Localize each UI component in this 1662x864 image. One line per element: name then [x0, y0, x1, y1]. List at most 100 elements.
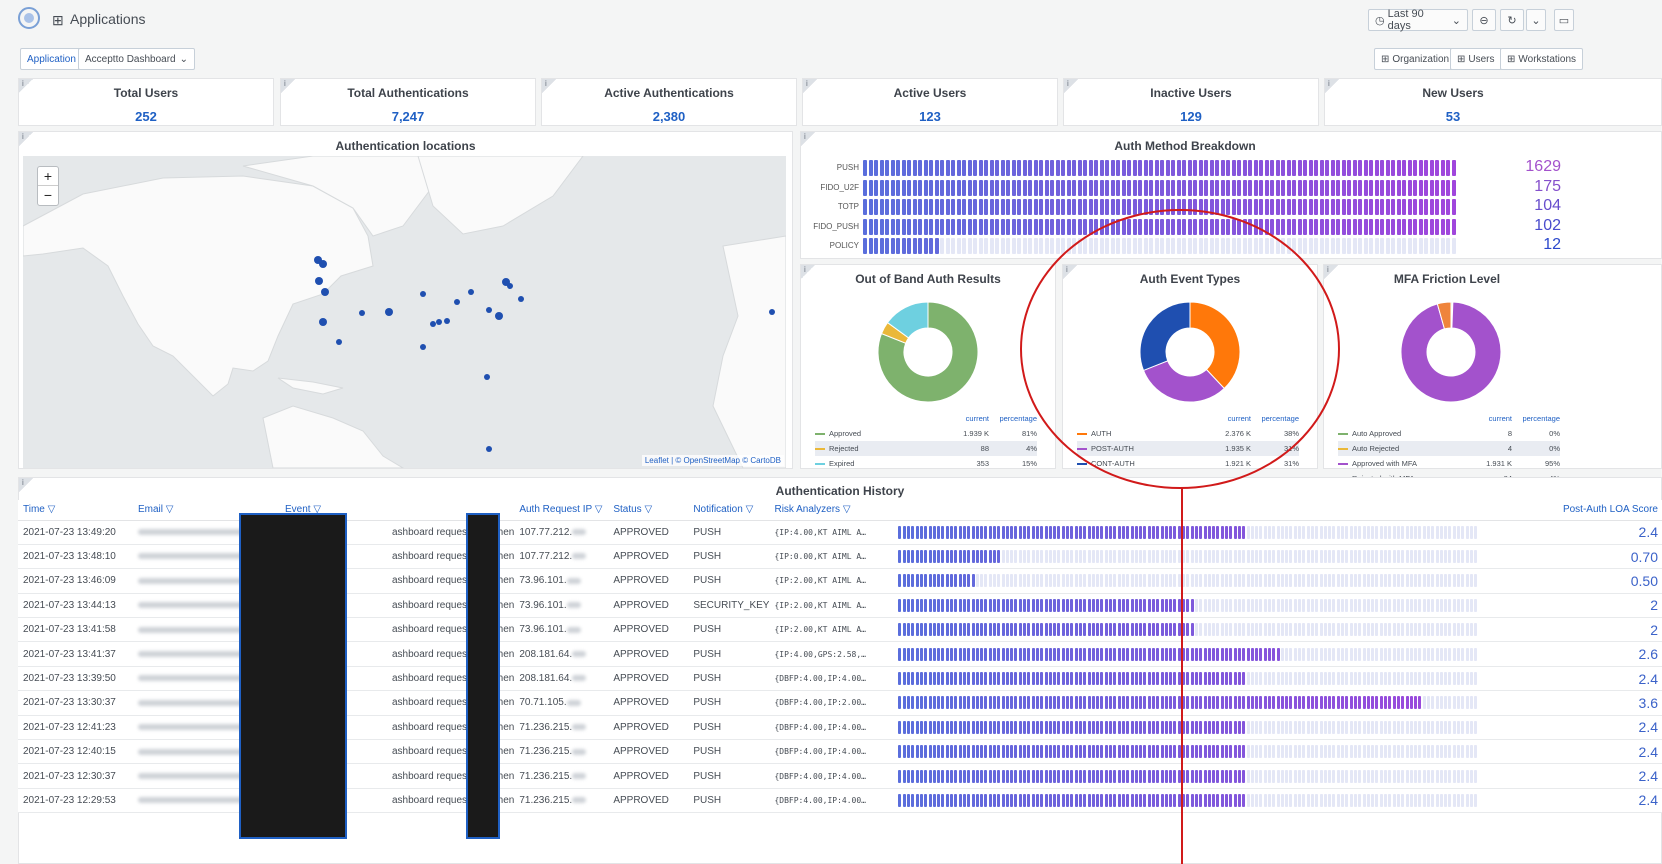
bar-segment: [1156, 550, 1160, 564]
bar-segment: [1237, 525, 1241, 539]
bar-segment: [1448, 672, 1452, 686]
bar-segment: [1126, 647, 1130, 661]
bar-segment: [1263, 696, 1267, 710]
bar-segment: [1199, 647, 1203, 661]
bar-segment: [1139, 720, 1143, 734]
legend-header-percentage[interactable]: percentage: [1512, 414, 1560, 423]
zoom-out-button[interactable]: −: [38, 186, 58, 205]
zoom-in-button[interactable]: +: [38, 167, 58, 186]
world-map[interactable]: + − Leaflet | © OpenStreetMap © CartoDB: [23, 156, 786, 468]
bar-segment: [1193, 160, 1197, 176]
legend-swatch: [815, 432, 825, 435]
nav-link-users[interactable]: ⊞ Users: [1450, 48, 1502, 70]
bar-segment: [1435, 574, 1439, 588]
column-header-notification[interactable]: Notification ▽: [688, 500, 770, 521]
bar-segment: [1237, 623, 1241, 637]
zoom-out-button[interactable]: ⊖: [1472, 9, 1496, 31]
nav-link-organization[interactable]: ⊞ Organization: [1374, 48, 1457, 70]
bar-segment: [1302, 623, 1306, 637]
location-marker: [454, 299, 460, 305]
bar-segment: [1349, 623, 1353, 637]
bar-segment: [1302, 769, 1306, 783]
bar-segment: [940, 218, 944, 235]
bar-segment: [1392, 720, 1396, 734]
bar-segment: [1186, 647, 1190, 661]
bar-segment: [1314, 199, 1318, 216]
bar-segment: [1190, 550, 1194, 564]
column-header-time[interactable]: Time ▽: [18, 500, 133, 521]
bar-segment: [1121, 160, 1126, 176]
legend-item[interactable]: Auto Approved 8 0%: [1338, 426, 1560, 441]
filter-icon[interactable]: ▽: [644, 504, 652, 515]
app-logo[interactable]: [18, 7, 40, 29]
column-header-loa-score[interactable]: Post-Auth LOA Score: [1487, 500, 1662, 521]
stat-title: Total Users: [113, 86, 179, 100]
bar-segment: [1186, 574, 1190, 588]
bar-segment: [1435, 179, 1439, 196]
legend-item[interactable]: Approved with MFA 1.931 K 95%: [1338, 456, 1560, 471]
bar-segment: [1297, 238, 1302, 255]
bar-segment: [1306, 672, 1310, 686]
filter-icon[interactable]: ▽: [595, 504, 603, 515]
bar-segment: [1048, 769, 1052, 783]
bar-segment: [1270, 199, 1274, 216]
legend-item[interactable]: Auto Rejected 4 0%: [1338, 441, 1560, 456]
bar-segment: [1285, 623, 1289, 637]
tv-mode-button[interactable]: ▭: [1554, 9, 1574, 31]
legend-item[interactable]: Approved 1.939 K 81%: [815, 426, 1037, 441]
bar-segment: [1121, 598, 1125, 612]
time-range-picker[interactable]: ◷ Last 90 days ⌄: [1368, 8, 1468, 32]
refresh-interval-dropdown[interactable]: ⌄: [1526, 9, 1546, 31]
nav-link-label: Users: [1468, 53, 1495, 65]
bar-segment: [1319, 199, 1324, 216]
legend-header-current[interactable]: current: [939, 414, 989, 423]
bar-segment: [1431, 647, 1435, 661]
bar-segment: [1011, 179, 1016, 196]
nav-link-workstations[interactable]: ⊞ Workstations: [1500, 48, 1584, 70]
bar-segment: [1100, 647, 1104, 661]
filter-icon[interactable]: ▽: [843, 504, 851, 515]
bar-segment: [1280, 720, 1284, 734]
page-title[interactable]: Applications: [70, 11, 146, 27]
bar-segment: [1105, 160, 1109, 176]
filter-icon[interactable]: ▽: [166, 504, 174, 515]
bar-segment: [1229, 574, 1233, 588]
bar-segment: [1306, 574, 1310, 588]
bar-segment: [1229, 550, 1233, 564]
bar-segment: [1341, 179, 1346, 196]
bar-segment: [1315, 574, 1319, 588]
column-header-ip[interactable]: Auth Request IP ▽: [514, 500, 609, 521]
legend-header-percentage[interactable]: percentage: [989, 414, 1037, 423]
bar-segment: [1388, 769, 1392, 783]
map-attribution[interactable]: Leaflet | © OpenStreetMap © CartoDB: [641, 455, 784, 466]
bar-segment: [898, 525, 902, 539]
cell-status: APPROVED: [608, 763, 689, 789]
bar-segment: [980, 525, 984, 539]
bar-segment: [1446, 160, 1450, 176]
bar-segment: [918, 218, 922, 235]
bar-segment: [971, 696, 975, 710]
bar-segment: [1143, 623, 1147, 637]
bar-segment: [1116, 179, 1120, 196]
bar-segment: [1396, 672, 1400, 686]
refresh-button[interactable]: ↻: [1500, 9, 1524, 31]
legend-item[interactable]: Expired 353 15%: [815, 456, 1037, 471]
filter-icon[interactable]: ▽: [746, 504, 754, 515]
bar-segment: [954, 672, 958, 686]
bar-segment: [1169, 525, 1173, 539]
bar-segment: [954, 696, 958, 710]
legend-item[interactable]: Rejected 88 4%: [815, 441, 1037, 456]
legend-header-current[interactable]: current: [1462, 414, 1512, 423]
bar-segment: [1414, 793, 1418, 807]
bar-segment: [1117, 769, 1121, 783]
filter-icon[interactable]: ▽: [48, 504, 56, 515]
bar-segment: [1113, 550, 1117, 564]
column-header-risk[interactable]: Risk Analyzers ▽: [769, 500, 894, 521]
cell-loa-score: 2: [1487, 593, 1662, 619]
bar-segment: [863, 218, 867, 235]
bar-segment: [1255, 672, 1259, 686]
bar-segment: [1057, 574, 1061, 588]
cell-ip: 71.236.215.: [514, 739, 609, 765]
application-select[interactable]: Acceptto Dashboard ⌄: [78, 48, 196, 70]
column-header-status[interactable]: Status ▽: [608, 500, 689, 521]
